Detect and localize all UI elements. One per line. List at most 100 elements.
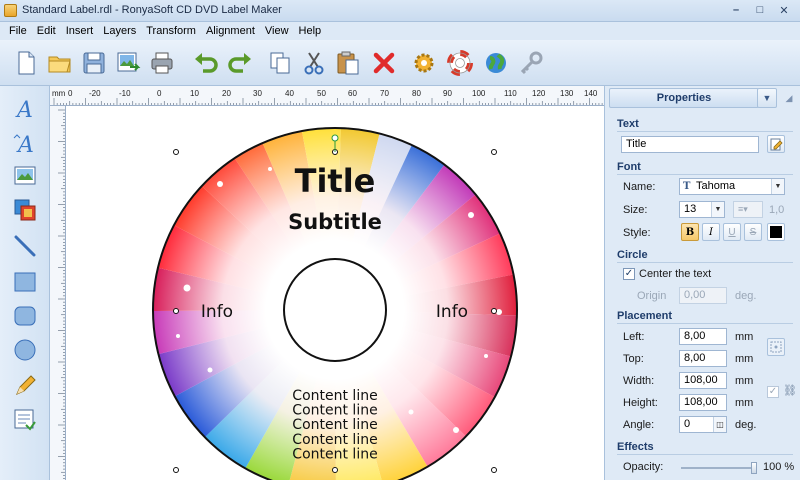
center-text-checkbox[interactable]: ✓ [623, 268, 635, 280]
menu-edit[interactable]: Edit [32, 25, 61, 37]
italic-button[interactable]: I [702, 223, 720, 241]
opacity-slider-track[interactable] [681, 467, 755, 469]
panel-dropdown-button[interactable]: ▼ [757, 88, 777, 108]
font-name-value: Tahoma [696, 180, 736, 192]
text-value-field[interactable]: Title [621, 136, 759, 153]
link-icon: ⛓ [783, 385, 797, 397]
ruler-label: 50 [317, 89, 326, 98]
origin-unit: deg. [735, 290, 757, 302]
font-name-label: Name: [623, 181, 656, 193]
new-icon[interactable] [12, 49, 40, 77]
keep-proportions-checkbox[interactable]: ✓ [767, 386, 779, 398]
table-tool-icon[interactable] [11, 406, 39, 434]
height-field[interactable]: 108,00 [679, 394, 727, 411]
ruler-unit: mm [52, 89, 66, 98]
copy-icon[interactable] [266, 49, 294, 77]
edit-text-button[interactable] [767, 135, 785, 153]
width-label: Width: [623, 375, 655, 387]
rounded-rectangle-tool-icon[interactable] [11, 302, 39, 330]
menu-file[interactable]: File [4, 25, 32, 37]
window-title: Standard Label.rdl - RonyaSoft CD DVD La… [22, 4, 282, 16]
font-size-value: 13 [684, 203, 697, 215]
height-label: Height: [623, 397, 658, 409]
undo-icon[interactable] [192, 49, 220, 77]
properties-header: Properties [609, 88, 759, 108]
divider [617, 174, 793, 175]
content-line-text[interactable]: Content line [292, 403, 377, 419]
bold-button[interactable]: B [681, 223, 699, 241]
menu-layers[interactable]: Layers [98, 25, 141, 37]
menu-insert[interactable]: Insert [61, 25, 99, 37]
pencil-tool-icon[interactable] [11, 372, 39, 400]
redo-icon[interactable] [226, 49, 254, 77]
top-unit: mm [735, 353, 754, 365]
rectangle-tool-icon[interactable] [11, 268, 39, 296]
truetype-font-icon: T [683, 181, 691, 192]
content-line-text[interactable]: Content line [292, 446, 377, 462]
paste-icon[interactable] [334, 49, 362, 77]
curved-text-tool-icon[interactable]: A [11, 128, 39, 156]
label-info-right-text[interactable]: Info [436, 302, 468, 322]
width-field[interactable]: 108,00 [679, 372, 727, 389]
ruler-label: 140 [584, 89, 598, 98]
ruler-label: -10 [119, 89, 131, 98]
chevron-down-icon: ▼ [711, 202, 724, 217]
image-tool-icon[interactable] [11, 162, 39, 190]
disc-label[interactable]: Title Subtitle Info Info Content lineCon… [66, 106, 604, 480]
font-size-label: Size: [623, 204, 648, 216]
ellipse-tool-icon[interactable] [11, 336, 39, 364]
label-content-lines[interactable]: Content lineContent lineContent lineCont… [292, 388, 377, 462]
line-spacing-select: ≡▾ [733, 201, 763, 218]
export-image-icon[interactable] [114, 49, 142, 77]
design-canvas[interactable]: Title Subtitle Info Info Content line Con… [66, 106, 604, 480]
key-icon[interactable] [518, 49, 546, 77]
minimize-button[interactable]: – [724, 2, 748, 18]
text-color-button[interactable] [767, 223, 785, 241]
maximize-button[interactable]: □ [748, 2, 772, 18]
ruler-label: 130 [560, 89, 574, 98]
label-info-left-text[interactable]: Info [201, 302, 233, 322]
content-line-text[interactable]: Content line [292, 388, 377, 404]
opacity-slider-thumb[interactable] [751, 462, 757, 474]
delete-icon[interactable] [370, 49, 398, 77]
open-icon[interactable] [46, 49, 74, 77]
font-style-label: Style: [623, 227, 651, 239]
settings-icon[interactable] [410, 49, 438, 77]
label-subtitle-text[interactable]: Subtitle [288, 210, 382, 234]
print-icon[interactable] [148, 49, 176, 77]
font-name-select[interactable]: T Tahoma ▼ [679, 178, 785, 195]
circle-section-title: Circle [617, 249, 648, 261]
line-tool-icon[interactable] [11, 232, 39, 260]
font-size-select[interactable]: 13 ▼ [679, 201, 725, 218]
panel-pin-icon[interactable]: ◢ [779, 88, 799, 108]
menu-view[interactable]: View [260, 25, 294, 37]
width-unit: mm [735, 375, 754, 387]
placement-section-title: Placement [617, 310, 673, 322]
font-section-title: Font [617, 161, 641, 173]
tool-panel: A A [0, 86, 50, 480]
angle-unit: deg. [735, 419, 757, 431]
top-field[interactable]: 8,00 [679, 350, 727, 367]
label-title-text[interactable]: Title [295, 162, 376, 200]
ruler-label: 120 [532, 89, 546, 98]
text-tool-icon[interactable]: A [11, 94, 39, 122]
web-globe-icon[interactable] [482, 49, 510, 77]
content-line-text[interactable]: Content line [292, 432, 377, 448]
background-tool-icon[interactable] [11, 196, 39, 224]
close-window-button[interactable]: ✕ [772, 2, 796, 18]
strikethrough-button[interactable]: S [744, 223, 762, 241]
menu-alignment[interactable]: Alignment [201, 25, 260, 37]
help-lifebuoy-icon[interactable] [446, 49, 474, 77]
save-icon[interactable] [80, 49, 108, 77]
underline-button[interactable]: U [723, 223, 741, 241]
menu-transform[interactable]: Transform [141, 25, 201, 37]
angle-picker-icon[interactable]: ◫ [713, 417, 726, 432]
position-center-icon[interactable] [767, 338, 785, 356]
menu-help[interactable]: Help [294, 25, 327, 37]
properties-panel: Properties ▼ ◢ Text Title Font Name: T T… [604, 86, 800, 480]
left-field[interactable]: 8,00 [679, 328, 727, 345]
line-spacing-value: 1,0 [769, 204, 785, 216]
angle-field[interactable]: 0 ◫ [679, 416, 727, 433]
cut-icon[interactable] [300, 49, 328, 77]
content-line-text[interactable]: Content line [292, 417, 377, 433]
